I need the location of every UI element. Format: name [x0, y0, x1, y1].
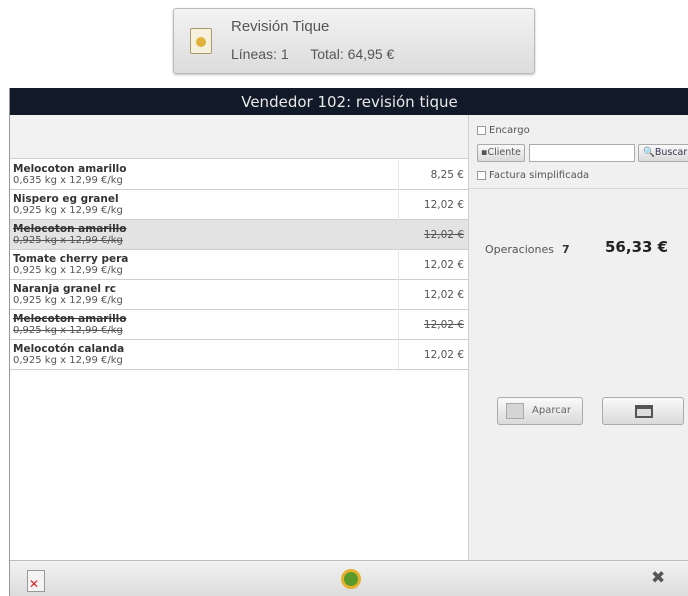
summary-total: Total: 64,95 € [310, 46, 395, 62]
operaciones-count: 7 [561, 243, 570, 256]
ticket-lines-list[interactable]: Melocoton amarillo 0,635 kg x 12,99 €/kg… [10, 160, 468, 370]
ticket-line[interactable]: Tomate cherry pera 0,925 kg x 12,99 €/kg… [10, 250, 468, 280]
product-name: Melocoton amarillo [13, 223, 127, 235]
buscar-button[interactable]: 🔍Buscar [638, 144, 688, 162]
right-panel: Encargo ▪Cliente 🔍Buscar Factura simplif… [468, 115, 688, 560]
encargo-label: Encargo [489, 125, 530, 136]
ticket-total: 56,33 € [605, 238, 669, 256]
column-divider [398, 160, 399, 372]
gear-icon[interactable] [341, 569, 361, 589]
summary-lines-count: Líneas: 1 [231, 46, 289, 62]
line-amount: 12,02 € [423, 319, 464, 331]
product-name: Melocoton amarillo [13, 163, 127, 175]
product-name: Nispero eg granel [13, 193, 119, 205]
park-icon [506, 403, 524, 419]
divider [469, 188, 688, 189]
product-quantity: 0,925 kg x 12,99 €/kg [13, 355, 123, 366]
ticket-summary-card[interactable]: Revisión Tique Líneas: 1 Total: 64,95 € [173, 8, 535, 74]
ticket-line[interactable]: Naranja granel rc 0,925 kg x 12,99 €/kg … [10, 280, 468, 310]
product-name: Melocoton amarillo [13, 313, 127, 325]
ticket-line-selected[interactable]: Melocoton amarillo 0,925 kg x 12,99 €/kg… [10, 220, 468, 250]
cliente-label: Cliente [487, 147, 521, 158]
checkbox-box[interactable] [477, 125, 486, 135]
close-icon[interactable]: ✖ [651, 568, 665, 588]
cliente-input[interactable] [529, 144, 635, 162]
ticket-line[interactable]: Melocotón calanda 0,925 kg x 12,99 €/kg … [10, 340, 468, 370]
bottom-toolbar: ✖ [10, 560, 688, 596]
summary-title: Revisión Tique [231, 18, 330, 35]
line-amount: 12,02 € [423, 229, 464, 241]
product-name: Melocotón calanda [13, 343, 125, 355]
list-header [10, 115, 468, 159]
printer-icon [635, 405, 653, 418]
ticket-icon [190, 28, 212, 54]
line-amount: 12,02 € [423, 199, 464, 211]
product-quantity: 0,925 kg x 12,99 €/kg [13, 265, 123, 276]
product-quantity: 0,925 kg x 12,99 €/kg [13, 205, 123, 216]
cliente-button[interactable]: ▪Cliente [477, 144, 525, 162]
aparcar-button[interactable]: Aparcar [497, 397, 583, 425]
ticket-line-deleted[interactable]: Melocoton amarillo 0,925 kg x 12,99 €/kg… [10, 310, 468, 340]
factura-label: Factura simplificada [489, 170, 590, 181]
aparcar-label: Aparcar [532, 405, 571, 416]
line-amount: 12,02 € [423, 289, 464, 301]
checkbox-box[interactable] [477, 170, 486, 180]
ticket-line[interactable]: Nispero eg granel 0,925 kg x 12,99 €/kg … [10, 190, 468, 220]
line-amount: 12,02 € [423, 259, 464, 271]
line-amount: 12,02 € [423, 349, 464, 361]
review-window: Vendedor 102: revisión tique Melocoton a… [9, 88, 688, 596]
print-button[interactable] [602, 397, 684, 425]
magnifier-icon: 🔍 [643, 147, 655, 158]
buscar-label: Buscar [654, 147, 688, 158]
encargo-checkbox[interactable]: Encargo [477, 125, 530, 136]
product-quantity: 0,925 kg x 12,99 €/kg [13, 235, 123, 246]
product-quantity: 0,925 kg x 12,99 €/kg [13, 325, 123, 336]
operaciones: Operaciones 7 [485, 243, 570, 256]
delete-ticket-icon[interactable] [27, 570, 45, 592]
product-quantity: 0,635 kg x 12,99 €/kg [13, 175, 123, 186]
product-quantity: 0,925 kg x 12,99 €/kg [13, 295, 123, 306]
operaciones-label: Operaciones [485, 243, 554, 256]
window-title: Vendedor 102: revisión tique [10, 88, 688, 115]
product-name: Naranja granel rc [13, 283, 116, 295]
line-amount: 8,25 € [430, 169, 464, 181]
ticket-line[interactable]: Melocoton amarillo 0,635 kg x 12,99 €/kg… [10, 160, 468, 190]
factura-simplificada-checkbox[interactable]: Factura simplificada [477, 170, 589, 181]
product-name: Tomate cherry pera [13, 253, 129, 265]
summary-totals: Líneas: 1 Total: 64,95 € [231, 46, 412, 62]
